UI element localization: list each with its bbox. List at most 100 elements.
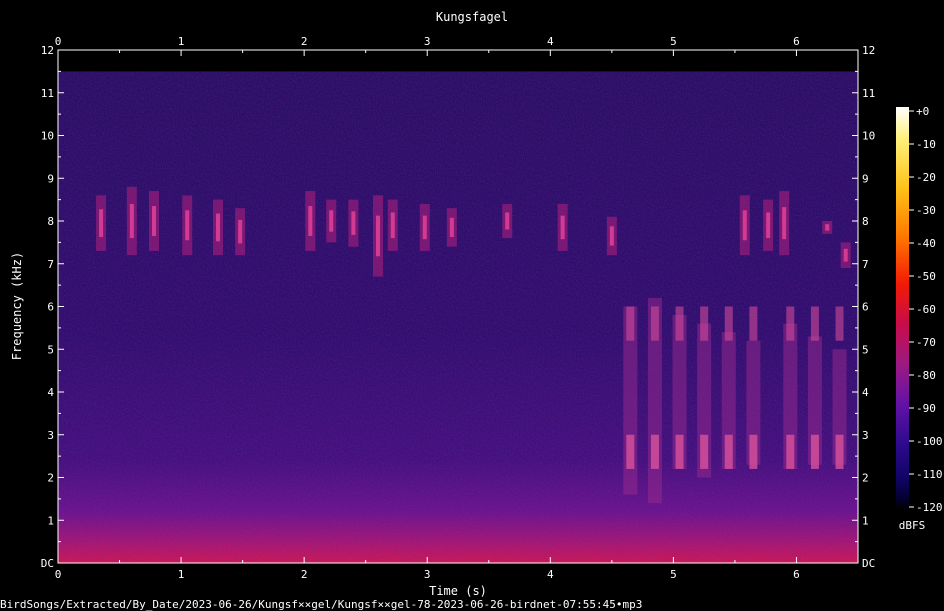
low-call-harmonic — [700, 434, 709, 469]
low-call-harmonic — [675, 434, 684, 469]
call-mark — [419, 203, 430, 251]
y-tick-label: 9 — [862, 172, 869, 185]
low-call-harmonic — [626, 434, 635, 469]
call-mark-core — [129, 203, 134, 239]
y-tick-label: 10 — [862, 130, 875, 143]
colorbar-tick-label: -90 — [916, 402, 936, 415]
low-call-upper — [749, 306, 758, 341]
call-mark-core — [152, 206, 156, 236]
low-call-mark — [623, 306, 638, 495]
x-tick-label: 2 — [301, 35, 308, 48]
colorbar-tick-label: -50 — [916, 270, 936, 283]
y-tick-label: 4 — [862, 386, 869, 399]
colorbar-tick-label: -60 — [916, 303, 936, 316]
x-tick-label: 0 — [55, 35, 62, 48]
y-tick-label: 7 — [862, 258, 869, 271]
call-mark — [446, 208, 457, 247]
call-mark — [739, 195, 750, 256]
low-call-mark — [783, 306, 798, 469]
call-mark-core — [216, 213, 220, 242]
file-path-caption: BirdSongs/Extracted/By_Date/2023-06-26/K… — [0, 598, 642, 611]
x-tick-label: 5 — [670, 35, 677, 48]
call-mark — [182, 195, 193, 256]
call-mark — [763, 199, 774, 251]
call-mark-core — [449, 217, 454, 238]
y-tick-label: 6 — [47, 301, 54, 314]
call-mark-core — [422, 215, 427, 240]
colorbar-tick-label: -110 — [916, 468, 943, 481]
colorbar-tick-label: -20 — [916, 171, 936, 184]
low-call-upper — [835, 306, 844, 341]
y-tick-label: 11 — [41, 87, 54, 100]
low-call-upper — [650, 306, 659, 341]
low-call-harmonic — [835, 434, 844, 469]
y-tick-label: 9 — [47, 172, 54, 185]
colorbar-gradient — [896, 107, 909, 509]
call-mark — [96, 195, 107, 251]
y-tick-label: 2 — [862, 472, 869, 485]
call-mark — [126, 186, 137, 256]
low-call-harmonic — [810, 434, 819, 469]
call-mark — [373, 195, 383, 277]
y-tick-label: 1 — [47, 514, 54, 527]
call-mark-core — [560, 215, 565, 240]
colorbar-tick-label: -120 — [916, 501, 943, 514]
low-call-upper — [675, 306, 684, 341]
call-mark — [387, 199, 398, 251]
y-tick-label: 3 — [47, 429, 54, 442]
call-mark-core — [609, 226, 614, 246]
y-tick-label: 1 — [862, 514, 869, 527]
colorbar-tick-label: -80 — [916, 369, 936, 382]
y-tick-label: 4 — [47, 386, 54, 399]
plot-area — [58, 50, 858, 563]
chart-title: Kungsfagel — [436, 10, 508, 24]
y-tick-label: 3 — [862, 429, 869, 442]
x-tick-label: 3 — [424, 568, 431, 581]
call-mark-core — [308, 206, 313, 236]
colorbar-ticks: +0 -10 -20 -30 -40 -50 -60 -70 -80 -90 -100 -110 -12… — [909, 105, 943, 514]
call-mark — [305, 191, 316, 251]
x-tick-label: 1 — [178, 568, 185, 581]
y-tick-label: 12 — [41, 44, 54, 57]
y-tick-label: 7 — [47, 258, 54, 271]
low-call-upper — [700, 306, 709, 341]
spectrogram-figure: Kungsfagel 0123456 0123456 DC12345678910… — [0, 10, 943, 611]
y-tick-label: 11 — [862, 87, 875, 100]
colorbar-tick-label: -40 — [916, 237, 936, 250]
call-mark-core — [390, 212, 395, 239]
low-call-upper — [810, 306, 819, 341]
low-call-harmonic — [650, 434, 659, 469]
colorbar-tick-label: -100 — [916, 435, 943, 448]
call-mark-core — [825, 224, 830, 231]
call-mark-core — [99, 209, 104, 238]
upper-cutoff-band — [58, 50, 858, 72]
x-tick-label: 3 — [424, 35, 431, 48]
call-mark-core — [351, 211, 356, 235]
y-tick-label: 5 — [47, 343, 54, 356]
low-call-mark — [697, 306, 712, 478]
y-tick-label: 10 — [41, 130, 54, 143]
y-tick-label: DC — [41, 557, 54, 570]
call-mark — [557, 203, 568, 251]
low-call-upper — [724, 306, 733, 341]
call-mark — [235, 208, 246, 256]
call-mark — [348, 199, 359, 247]
low-call-upper — [626, 306, 635, 341]
call-mark — [840, 242, 851, 269]
x-axis-label: Time (s) — [429, 584, 487, 598]
low-call-harmonic — [724, 434, 733, 469]
low-call-mark — [647, 297, 662, 504]
call-mark — [149, 191, 159, 251]
y-tick-label: 6 — [862, 301, 869, 314]
colorbar-tick-label: -10 — [916, 138, 936, 151]
y-tick-label: 12 — [862, 44, 875, 57]
colorbar-tick-label: -30 — [916, 204, 936, 217]
x-tick-label: 5 — [670, 568, 677, 581]
call-mark-core — [185, 210, 190, 241]
call-mark-core — [238, 219, 243, 244]
y-tick-label: 2 — [47, 472, 54, 485]
call-mark-core — [376, 215, 380, 257]
y-tick-label: 5 — [862, 343, 869, 356]
call-mark — [326, 199, 337, 243]
call-mark-core — [782, 207, 787, 240]
